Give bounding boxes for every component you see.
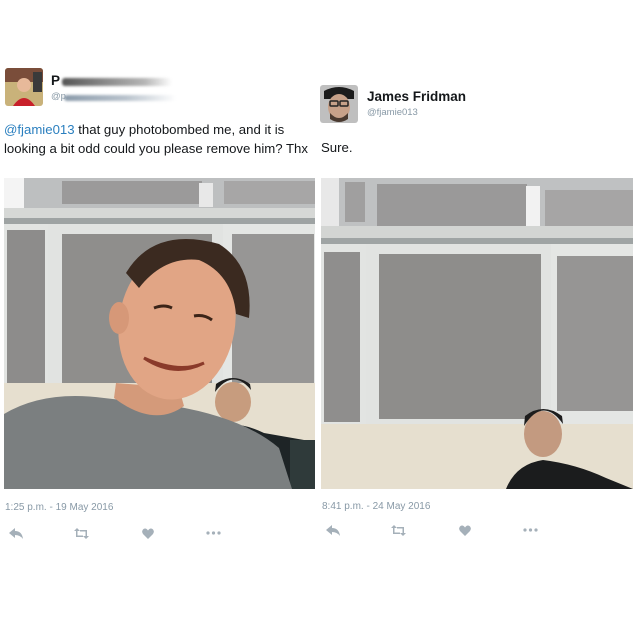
- tweet-text: Sure.: [321, 140, 353, 155]
- avatar[interactable]: [5, 68, 43, 106]
- more-icon[interactable]: [206, 527, 221, 539]
- avatar[interactable]: [320, 85, 358, 123]
- tweet-timestamp[interactable]: 8:41 p.m. - 24 May 2016: [322, 501, 430, 512]
- retweet-icon[interactable]: [74, 527, 89, 539]
- left-tweet: P @p @fjamie013 that guy photobombed me,…: [0, 0, 318, 635]
- user-name[interactable]: P: [51, 73, 60, 88]
- timestamp-separator: -: [49, 502, 53, 513]
- tweet-date: 24 May 2016: [372, 501, 431, 512]
- tweet-date: 19 May 2016: [55, 502, 114, 513]
- timestamp-separator: -: [366, 501, 370, 512]
- tweet-time: 1:25 p.m.: [5, 502, 47, 513]
- reply-icon[interactable]: [8, 527, 23, 539]
- mention-link[interactable]: @fjamie013: [4, 122, 75, 137]
- tweet-time: 8:41 p.m.: [322, 501, 364, 512]
- more-icon[interactable]: [523, 524, 538, 536]
- tweet-photo-original[interactable]: [4, 178, 315, 489]
- redacted-name: [62, 78, 172, 86]
- tweet-photo-edited[interactable]: [321, 178, 633, 489]
- retweet-icon[interactable]: [391, 524, 406, 536]
- tweet-actions: [8, 527, 221, 539]
- redacted-handle: [64, 95, 176, 101]
- like-icon[interactable]: [457, 524, 472, 536]
- right-tweet: James Fridman @fjamie013 Sure. 8:41 p.m.…: [318, 0, 635, 635]
- like-icon[interactable]: [140, 527, 155, 539]
- tweet-text: @fjamie013 that guy photobombed me, and …: [4, 120, 316, 158]
- reply-icon[interactable]: [325, 524, 340, 536]
- tweet-actions: [325, 524, 538, 536]
- user-handle[interactable]: @fjamie013: [367, 107, 418, 118]
- tweet-timestamp[interactable]: 1:25 p.m. - 19 May 2016: [5, 502, 113, 513]
- user-name[interactable]: James Fridman: [367, 89, 466, 104]
